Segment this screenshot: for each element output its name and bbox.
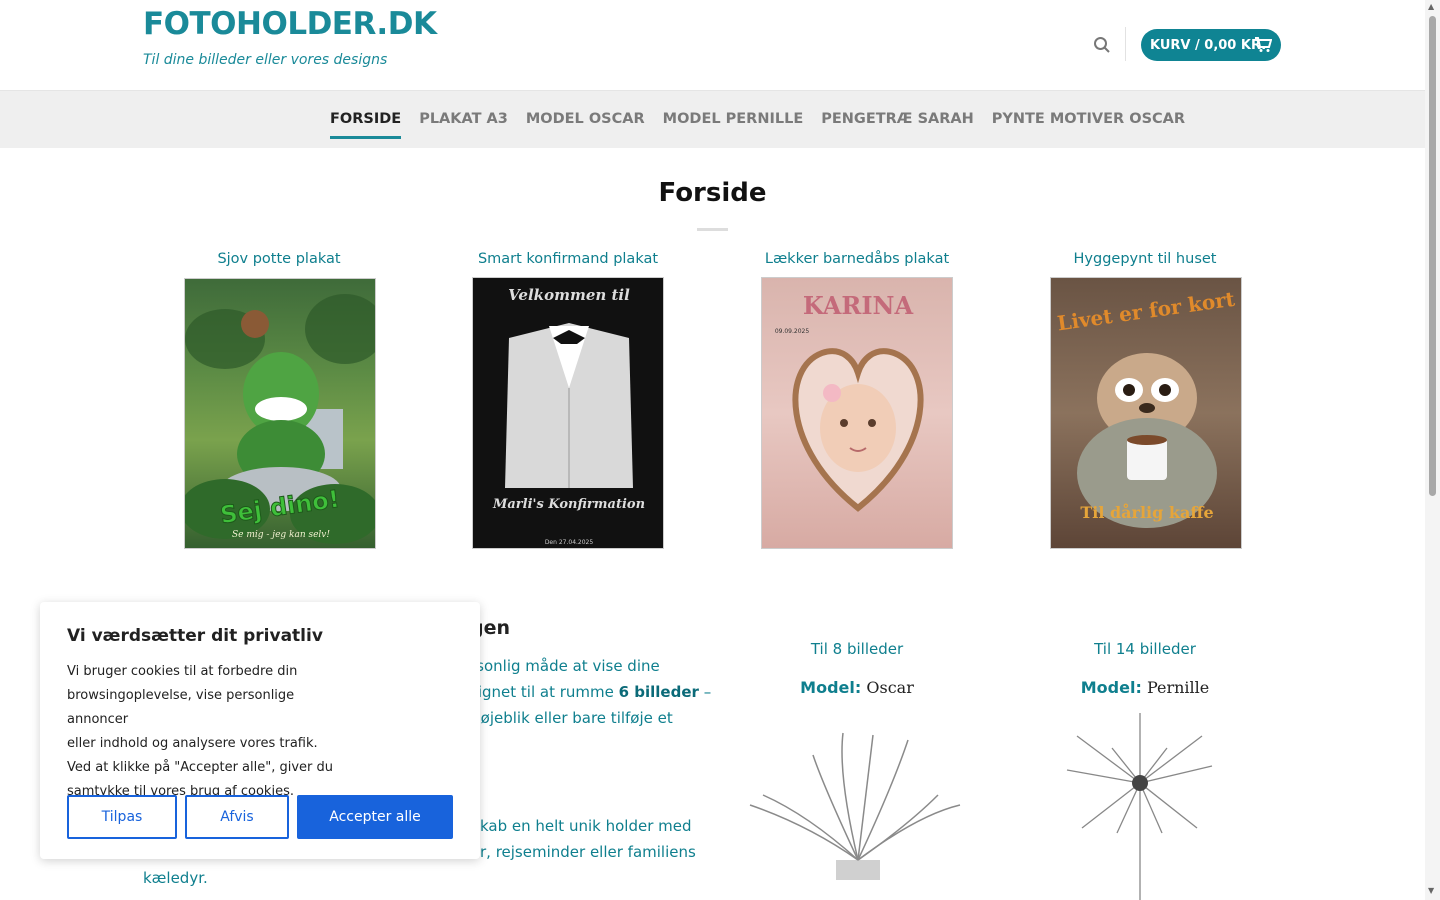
poster-title-potte[interactable]: Sjov potte plakat bbox=[149, 251, 409, 267]
scroll-up-icon[interactable]: ▲ bbox=[1428, 2, 1434, 11]
scrollbar-thumb[interactable] bbox=[1429, 16, 1436, 496]
model-pernille-subtitle[interactable]: Til 14 billeder bbox=[1045, 640, 1245, 658]
model-pernille-image[interactable] bbox=[1062, 708, 1217, 900]
model-pernille-name: Pernille bbox=[1146, 678, 1210, 697]
cart-label: KURV / 0,00 KR. bbox=[1150, 37, 1267, 53]
page-scrollbar[interactable]: ▲ ▼ bbox=[1425, 0, 1440, 900]
main-nav: FORSIDE PLAKAT A3 MODEL OSCAR MODEL PERN… bbox=[0, 90, 1425, 148]
poster-caption-top-barnedab: KARINA bbox=[803, 291, 914, 320]
poster-subcaption-potte: Se mig - jeg kan selv! bbox=[232, 530, 330, 540]
intro-line-3: t øjeblik eller bare tilføje et bbox=[470, 709, 673, 727]
cookie-title: Vi værdsætter dit privatliv bbox=[67, 626, 323, 646]
scroll-down-icon[interactable]: ▼ bbox=[1428, 886, 1434, 895]
cart-icon bbox=[1255, 37, 1272, 52]
poster-subcaption-barnedab: 09.09.2025 bbox=[775, 328, 810, 335]
model-oscar-image[interactable] bbox=[748, 725, 963, 885]
nav-item-pengetrae-sarah[interactable]: PENGETRÆ SARAH bbox=[821, 91, 974, 149]
cookie-banner: Vi værdsætter dit privatliv Vi bruger co… bbox=[40, 602, 480, 859]
cookie-text-line-4: Ved at klikke på "Accepter alle", giver … bbox=[67, 760, 334, 775]
poster-caption-top-konfirmand: Velkommen til bbox=[508, 286, 630, 304]
poster-image-barnedab[interactable]: KARINA 09.09.2025 bbox=[761, 277, 953, 549]
cookie-accept-button[interactable]: Accepter alle bbox=[297, 795, 453, 839]
poster-image-konfirmand[interactable]: Velkommen til Marli's Konfirmation Den 2… bbox=[472, 277, 664, 549]
poster-subcaption-konfirmand: Den 27.04.2025 bbox=[545, 539, 594, 546]
intro-line-2-c: – bbox=[698, 683, 712, 701]
intro-paragraph-2a: kab en helt unik holder med r, rejsemind… bbox=[480, 813, 696, 865]
intro-paragraph-1: rsonlig måde at vise dine signet til at … bbox=[470, 653, 711, 731]
cookie-customize-button[interactable]: Tilpas bbox=[67, 795, 177, 839]
cart-button[interactable]: KURV / 0,00 KR. bbox=[1141, 29, 1281, 61]
model-oscar-name: Oscar bbox=[866, 678, 914, 697]
intro-p2-line-2: r, rejseminder eller familiens bbox=[480, 843, 696, 861]
model-pernille-line: Model: Pernille bbox=[1045, 678, 1245, 697]
search-icon[interactable] bbox=[1090, 33, 1114, 57]
intro-line-2: signet til at rumme 6 billeder – bbox=[470, 679, 711, 705]
model-oscar-label: Model: bbox=[800, 678, 862, 697]
site-header: FOTOHOLDER.DK Til dine billeder eller vo… bbox=[0, 0, 1425, 90]
poster-image-potte[interactable]: Sej dino! Se mig - jeg kan selv! bbox=[184, 278, 376, 549]
model-pernille-label: Model: bbox=[1080, 678, 1142, 697]
title-divider bbox=[697, 228, 728, 231]
nav-item-model-oscar[interactable]: MODEL OSCAR bbox=[526, 91, 645, 149]
poster-caption-hyggepynt: Til dårlig kaffe bbox=[1080, 502, 1213, 522]
header-divider bbox=[1125, 27, 1126, 61]
cookie-text-line-2: browsingoplevelse, vise personlige annon… bbox=[67, 688, 295, 727]
intro-p2-line-1: kab en helt unik holder med bbox=[480, 817, 692, 835]
poster-image-hyggepynt[interactable]: Livet er for kort Til dårlig kaffe bbox=[1050, 277, 1242, 549]
cookie-text-line-1: Vi bruger cookies til at forbedre din bbox=[67, 664, 298, 679]
poster-caption-top-hyggepynt: Livet er for kort bbox=[1056, 287, 1237, 336]
nav-item-plakat-a3[interactable]: PLAKAT A3 bbox=[419, 91, 508, 149]
model-oscar-line: Model: Oscar bbox=[757, 678, 957, 697]
nav-item-model-pernille[interactable]: MODEL PERNILLE bbox=[663, 91, 804, 149]
intro-p2-line-3: kæledyr. bbox=[143, 869, 208, 887]
nav-item-pynte-motiver-oscar[interactable]: PYNTE MOTIVER OSCAR bbox=[992, 91, 1185, 149]
page-title: Forside bbox=[658, 178, 767, 208]
poster-title-konfirmand[interactable]: Smart konfirmand plakat bbox=[438, 251, 698, 267]
cookie-text-line-3: eller indhold og analysere vores trafik. bbox=[67, 736, 318, 751]
site-logo[interactable]: FOTOHOLDER.DK bbox=[143, 6, 437, 42]
intro-line-2-a: signet til at rumme bbox=[470, 683, 619, 701]
site-tagline: Til dine billeder eller vores designs bbox=[143, 52, 388, 68]
model-oscar-subtitle[interactable]: Til 8 billeder bbox=[757, 640, 957, 658]
cookie-reject-button[interactable]: Afvis bbox=[185, 795, 289, 839]
nav-item-forside[interactable]: FORSIDE bbox=[330, 91, 402, 149]
poster-caption-konfirmand: Marli's Konfirmation bbox=[492, 497, 645, 512]
intro-line-2-b: 6 billeder bbox=[618, 683, 699, 701]
poster-title-barnedab[interactable]: Lækker barnedåbs plakat bbox=[727, 251, 987, 267]
cookie-text: Vi bruger cookies til at forbedre din br… bbox=[67, 660, 357, 804]
intro-line-1: rsonlig måde at vise dine bbox=[470, 657, 660, 675]
poster-title-hyggepynt[interactable]: Hyggepynt til huset bbox=[1015, 251, 1275, 267]
